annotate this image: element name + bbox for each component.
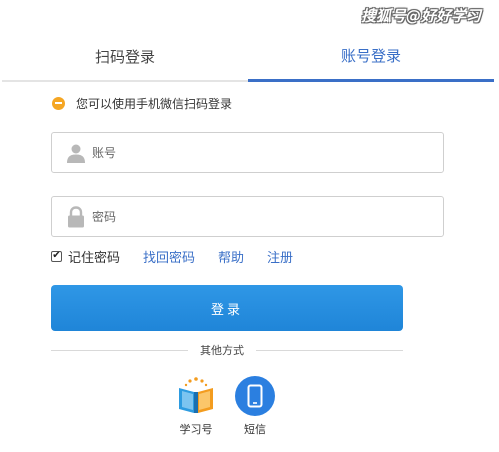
recover-password-link[interactable]: 找回密码 xyxy=(143,247,195,266)
sms-login[interactable]: 短信 xyxy=(233,376,277,437)
study-account-label: 学习号 xyxy=(179,423,213,436)
study-account-login[interactable]: 学习号 xyxy=(174,376,218,437)
username-input[interactable] xyxy=(92,137,412,168)
notice-text: 您可以使用手机微信扫码登录 xyxy=(76,96,233,111)
login-tabs: 扫码登录 账号登录 xyxy=(2,32,494,82)
tab-qr-login[interactable]: 扫码登录 xyxy=(2,32,248,82)
login-button[interactable]: 登录 xyxy=(51,285,403,331)
user-icon xyxy=(66,142,86,164)
qr-notice: 您可以使用手机微信扫码登录 xyxy=(52,94,232,112)
username-field[interactable] xyxy=(51,132,444,173)
remember-label: 记住密码 xyxy=(68,250,121,266)
open-book-icon xyxy=(176,376,216,416)
lock-icon xyxy=(66,205,86,228)
minus-circle-icon xyxy=(52,96,65,110)
register-link[interactable]: 注册 xyxy=(267,247,293,266)
remember-password[interactable]: ✔ 记住密码 xyxy=(51,247,120,266)
other-methods-label: 其他方式 xyxy=(188,342,256,358)
sms-label: 短信 xyxy=(244,423,266,436)
mobile-phone-icon xyxy=(235,376,275,416)
remember-checkbox[interactable]: ✔ xyxy=(51,250,62,262)
password-field[interactable] xyxy=(51,196,444,237)
help-link[interactable]: 帮助 xyxy=(218,247,244,266)
login-options: ✔ 记住密码 找回密码 帮助 注册 xyxy=(51,246,293,266)
tab-account-login[interactable]: 账号登录 xyxy=(248,32,494,82)
watermark-text: 搜狐号@好好学习 xyxy=(361,7,482,25)
password-input[interactable] xyxy=(92,201,412,232)
